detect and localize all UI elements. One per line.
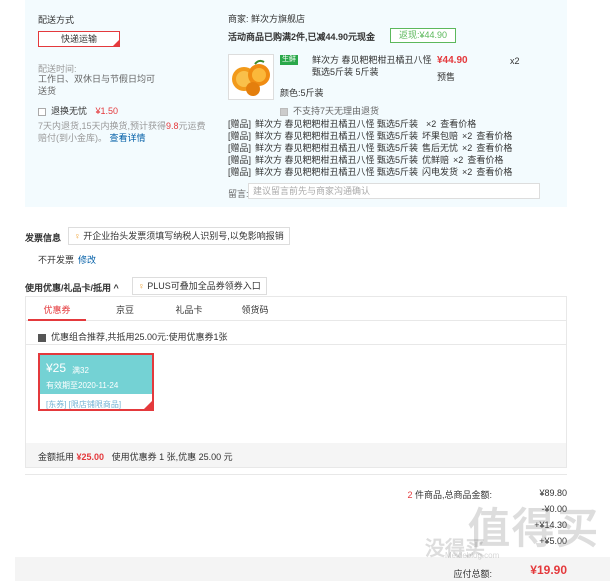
active-tab-indicator: [28, 319, 86, 321]
swap-desc-text: 7天内退货,15天内换货,预计获得: [38, 121, 167, 131]
gift-qty: ×2: [426, 119, 437, 129]
gift-name: 鲜次方 春见粑粑柑丑橘丑八怪 甄选5斤装: [255, 143, 419, 153]
summary-amount: ¥25.00: [76, 452, 105, 462]
chevron-up-icon: ^: [113, 283, 119, 293]
gift-name: 鲜次方 春见粑粑柑丑橘丑八怪 甄选5斤装: [255, 167, 419, 177]
seller-label: 商家:: [228, 14, 249, 24]
watermark-logo: 值得买: [467, 505, 600, 552]
pay-label: 应付总额:: [453, 569, 492, 579]
no-return-icon: [280, 107, 288, 116]
swap-label: 退换无忧: [51, 106, 88, 116]
invoice-edit-link[interactable]: 修改: [78, 255, 96, 265]
shipping-time-value: 工作日、双休日与节假日均可送货: [38, 74, 156, 96]
tab-pickup-code[interactable]: 领货码: [226, 303, 284, 316]
invoice-tip-text: 开企业抬头发票须填写纳税人识别号,以免影响报销: [83, 231, 284, 241]
seller-row: 商家: 鲜次方旗舰店: [228, 12, 305, 25]
combo-checkbox[interactable]: [38, 333, 46, 342]
total-count: 2: [407, 490, 413, 500]
gift-price-link[interactable]: 查看价格: [476, 143, 512, 153]
gift-note: 优鲜赔: [422, 155, 450, 165]
gift-tag: [赠品]: [228, 143, 252, 153]
plus-tip-text: PLUS可叠加全品券领券入口: [147, 281, 261, 291]
gift-name: 鲜次方 春见粑粑柑丑橘丑八怪 甄选5斤装: [255, 155, 419, 165]
summary-label: 金额抵用: [38, 452, 75, 462]
combo-recommend-row[interactable]: 优惠组合推荐,共抵用25.00元:使用优惠券1张: [38, 330, 228, 343]
presale-label: 预售: [437, 72, 456, 82]
gift-note: 坏果包赔: [422, 131, 459, 141]
invoice-status: 不开发票: [38, 255, 75, 265]
coupon-condition: 满32: [72, 366, 89, 375]
promo-text: 活动商品已购满2件,已减44.90元现金: [228, 32, 376, 42]
pay-amount: ¥19.90: [530, 563, 567, 577]
tab-jingdou[interactable]: 京豆: [96, 303, 154, 316]
gift-row: [赠品] 鲜次方 春见粑粑柑丑橘丑八怪 甄选5斤装 闪电发货 ×2 查看价格: [228, 165, 516, 178]
swap-insurance-row[interactable]: 退换无忧 ¥1.50: [38, 104, 118, 117]
no-return-text: 不支持7天无理由退货: [293, 106, 380, 116]
gift-price-link[interactable]: 查看价格: [440, 119, 476, 129]
shipping-method-button[interactable]: 快递运输: [38, 31, 120, 47]
gift-tag: [赠品]: [228, 155, 252, 165]
invoice-title: 发票信息: [25, 233, 62, 243]
bulb-icon: ♀: [74, 231, 81, 241]
gift-price-link[interactable]: 查看价格: [467, 155, 503, 165]
gift-qty: ×2: [453, 155, 464, 165]
fresh-badge: 生鲜: [280, 55, 298, 65]
coupon-section-title[interactable]: 使用优惠/礼品卡/抵用 ^: [25, 281, 119, 294]
invoice-tip: ♀ 开企业抬头发票须填写纳税人识别号,以免影响报销: [68, 227, 290, 245]
summary-detail: 使用优惠券 1 张,优惠 25.00 元: [111, 452, 233, 462]
swap-description: 7天内退货,15天内换货,预计获得9.8元运费赔付(到小金库)。 查看详情: [38, 120, 208, 144]
coupon-amount: ¥25: [46, 361, 67, 375]
gift-price-link[interactable]: 查看价格: [476, 167, 512, 177]
tab-giftcard[interactable]: 礼品卡: [160, 303, 218, 316]
gift-qty: ×2: [462, 131, 473, 141]
no-return-notice: 不支持7天无理由退货: [280, 104, 379, 117]
gift-qty: ×2: [462, 167, 473, 177]
coupon-valid-date: 有效期至2020-11-24: [46, 381, 119, 390]
gift-qty: ×2: [462, 143, 473, 153]
invoice-status-row: 不开发票 修改: [38, 253, 96, 266]
gift-tag: [赠品]: [228, 167, 252, 177]
coupon-summary: 金额抵用 ¥25.00 使用优惠券 1 张,优惠 25.00 元: [38, 450, 233, 463]
product-name[interactable]: 鲜次方 春见粑粑柑丑橘丑八怪 甄选5斤装 5斤装: [312, 54, 432, 78]
gift-name: 鲜次方 春见粑粑柑丑橘丑八怪 甄选5斤装: [255, 119, 419, 129]
message-label: 留言:: [228, 189, 249, 199]
gift-note: 闪电发货: [422, 167, 459, 177]
bulb-icon: ♀: [138, 281, 145, 291]
pay-bar: [15, 557, 610, 581]
product-price: ¥44.90: [437, 55, 468, 66]
product-image[interactable]: [228, 54, 274, 100]
gift-tag: [赠品]: [228, 131, 252, 141]
divider: [25, 474, 567, 475]
divider: [26, 344, 566, 345]
product-color: 颜色:5斤装: [280, 88, 324, 98]
watermark-subtext: Meideblog.com: [445, 551, 500, 560]
seller-name[interactable]: 鲜次方旗舰店: [251, 14, 305, 24]
combo-text: 优惠组合推荐,共抵用25.00元:使用优惠券1张: [51, 332, 228, 342]
gift-tag: [赠品]: [228, 119, 252, 129]
swap-price: ¥1.50: [95, 106, 119, 116]
coupon-selected-check-icon: [144, 401, 152, 409]
message-input[interactable]: 建议留言前先与商家沟通确认: [248, 183, 540, 199]
coupon-scope: [东券] [限店铺限商品]: [46, 400, 122, 409]
gift-price-link[interactable]: 查看价格: [476, 131, 512, 141]
coupon-title-text: 使用优惠/礼品卡/抵用: [25, 283, 112, 293]
product-quantity: x2: [510, 56, 520, 66]
shipping-title: 配送方式: [38, 15, 75, 25]
tab-coupons[interactable]: 优惠券: [28, 303, 86, 316]
plus-coupon-entry[interactable]: ♀ PLUS可叠加全品券领券入口: [132, 277, 267, 295]
gift-note: 售后无忧: [422, 143, 459, 153]
swap-checkbox[interactable]: [38, 107, 46, 116]
swap-detail-link[interactable]: 查看详情: [110, 133, 146, 143]
swap-desc-points: 9.8: [166, 121, 179, 131]
rebate-badge: 返现:¥44.90: [390, 28, 456, 43]
orange-image-icon: [232, 59, 270, 96]
gift-name: 鲜次方 春见粑粑柑丑橘丑八怪 甄选5斤装: [255, 131, 419, 141]
